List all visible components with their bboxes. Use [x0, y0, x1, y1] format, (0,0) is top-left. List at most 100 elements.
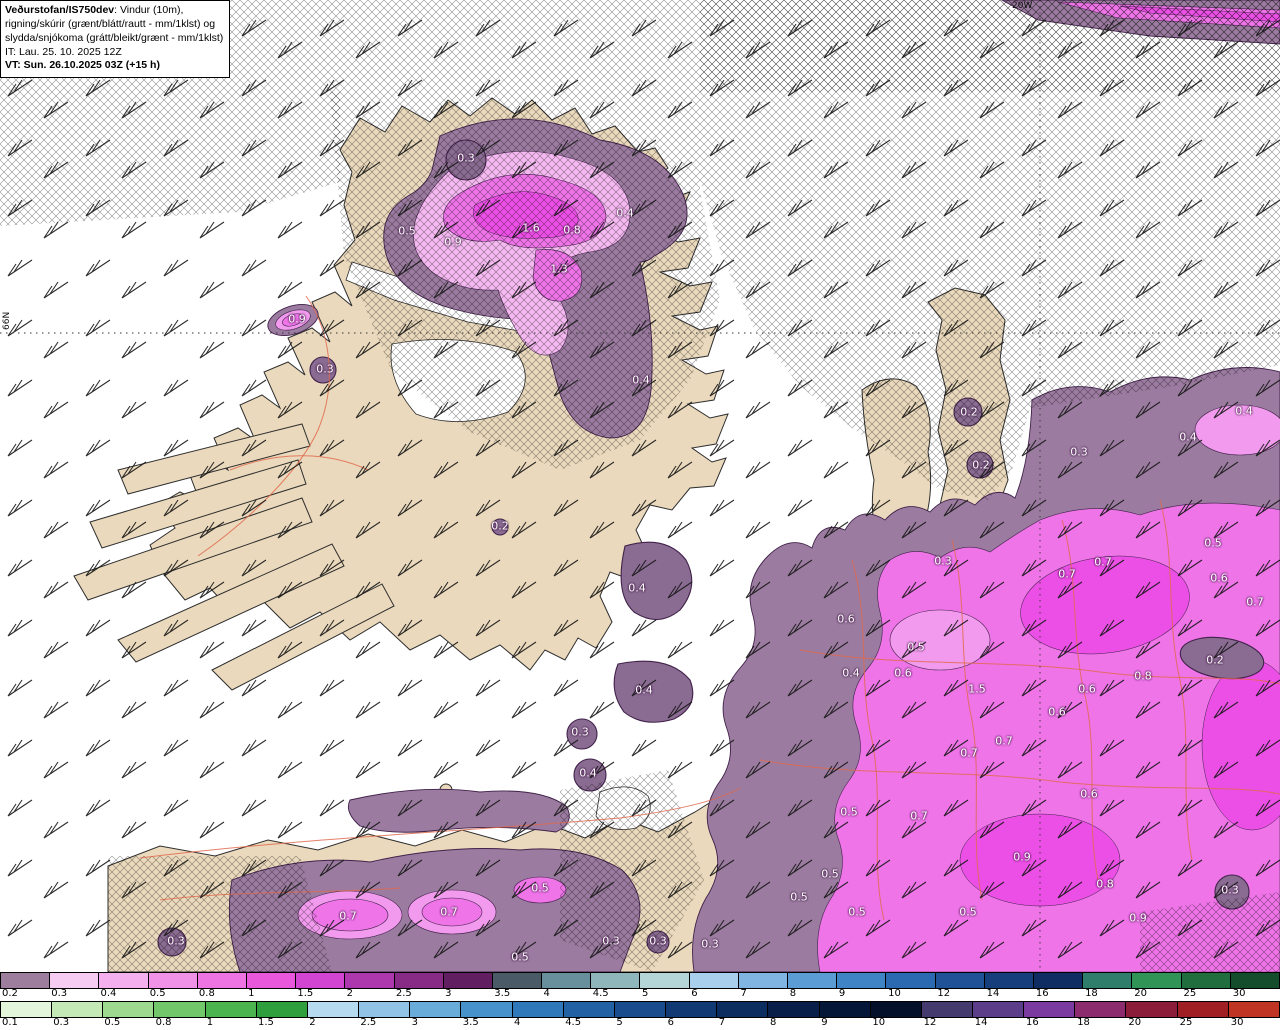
legend-segment: [971, 1001, 1025, 1018]
legend-segment: [1023, 1001, 1076, 1018]
legend-tick-label: 8: [789, 988, 797, 999]
parallel-label: 66N: [2, 311, 12, 330]
legend-segment: [1074, 1001, 1127, 1018]
legend-segment: [1180, 972, 1231, 989]
product-desc: : Vindur (10m),: [114, 4, 184, 16]
legend-segment: [393, 972, 444, 989]
product-name: Veðurstofan/IS750dev: [5, 4, 115, 16]
snow-colorbar: [0, 972, 1280, 989]
legend-segment: [147, 972, 198, 989]
wind-barb-layer: [0, 0, 1280, 972]
meridian-label: 20W: [1012, 1, 1033, 11]
info-line-product: Veðurstofan/IS750dev: Vindur (10m),: [5, 4, 223, 18]
legend-tick-label: 3: [411, 1017, 418, 1028]
legend-segment: [613, 1001, 667, 1018]
legend-segment: [934, 972, 985, 989]
legend-segment: [1227, 1001, 1280, 1018]
legend-segment: [153, 1001, 206, 1018]
legend-tick-label: 4: [543, 988, 550, 999]
legend-segment: [204, 1001, 257, 1018]
legend-segment: [688, 972, 739, 989]
legend-segment: [511, 1001, 564, 1018]
legend-tick-label: 3.5: [494, 988, 511, 999]
legend-tick-label: 16: [1035, 988, 1049, 999]
legend-segment: [1125, 1001, 1178, 1018]
legend-tick-label: 4: [514, 1017, 521, 1028]
legend-tick-label: 25: [1183, 988, 1197, 999]
legend-tick-label: 5: [616, 1017, 623, 1028]
legend-tick-label: 0.3: [51, 988, 68, 999]
legend-segment: [491, 972, 543, 989]
legend-segment: [787, 972, 838, 989]
legend-tick-label: 9: [838, 988, 846, 999]
legend-tick-label: 30: [1230, 1017, 1244, 1028]
legend-segment: [102, 1001, 155, 1018]
legend-segment: [98, 972, 149, 989]
rain-ticks: 0.1 0.3 0.5 0.8 1 1.5 2 2.5 3 3.5 4 4.5 5 6 7 8 9 10 12 14 1…: [0, 1017, 1280, 1030]
legend-segment: [196, 972, 247, 989]
legend-segment: [460, 1001, 513, 1018]
legend-segment: [358, 1001, 411, 1018]
legend-segment: [665, 1001, 718, 1018]
legend-segment: [255, 1001, 308, 1018]
legend-segment: [442, 972, 493, 989]
legend-tick-label: 5: [642, 988, 649, 999]
info-line-snow: slydda/snjókoma (grátt/bleikt/grænt - mm…: [5, 31, 224, 44]
legend-tick-label: 0.8: [155, 1017, 172, 1028]
legend-tick-label: 2.5: [360, 1017, 377, 1028]
legend-segment: [51, 1001, 104, 1018]
legend-tick-label: 0.5: [104, 1017, 121, 1028]
legend-tick-label: 2: [346, 988, 353, 999]
legend-segment: [1032, 972, 1084, 989]
legend-tick-label: 0.5: [149, 988, 166, 999]
legend-segment: [836, 972, 887, 989]
legend-tick-label: 7: [740, 988, 747, 999]
legend-tick-label: 20: [1128, 1017, 1142, 1028]
rain-colorbar: [0, 1001, 1280, 1018]
legend-tick-label: 2.5: [395, 988, 412, 999]
legend-tick-label: 25: [1179, 1017, 1193, 1028]
legend-segment: [0, 972, 51, 989]
legend-tick-label: 10: [888, 988, 901, 999]
legend-tick-label: 1: [206, 1017, 214, 1028]
legend-tick-label: 7: [718, 1017, 726, 1028]
legend-segment: [1082, 972, 1133, 989]
legend-segment: [1176, 1001, 1229, 1018]
legend-tick-label: 4.5: [565, 1017, 582, 1028]
info-line-vt: VT: Sun. 26.10.2025 03Z (+15 h): [5, 59, 160, 72]
legend-tick-label: 0.4: [100, 988, 117, 999]
legend-tick-label: 4.5: [592, 988, 609, 999]
legend-segment: [344, 972, 395, 989]
legend-tick-label: 0.2: [2, 988, 18, 999]
legend-segment: [920, 1001, 973, 1018]
legend-tick-label: 1.5: [297, 988, 314, 999]
legend-tick-label: 18: [1077, 1017, 1090, 1028]
legend-tick-label: 1: [248, 988, 255, 999]
legend-segment: [716, 1001, 769, 1018]
legend-tick-label: 18: [1085, 988, 1098, 999]
legend-tick-label: 9: [821, 1017, 828, 1028]
map-svg: [0, 0, 1280, 972]
legend-segment: [409, 1001, 462, 1018]
legend-tick-label: 3.5: [462, 1017, 479, 1028]
map-canvas: 0.3 0.5 0.9 1.6 0.8 0.4 1.3 0.9 0.3 0.4 0.2 0.2 0.2 0…: [0, 0, 1280, 972]
legend-segment: [767, 1001, 820, 1018]
legend-tick-label: 1.5: [258, 1017, 274, 1028]
legend-segment: [639, 972, 690, 989]
info-box: Veðurstofan/IS750dev: Vindur (10m), rign…: [0, 0, 231, 79]
legend-segment: [0, 1001, 53, 1018]
legend-tick-label: 14: [974, 1017, 988, 1028]
legend-tick-label: 6: [667, 1017, 674, 1028]
legend-tick-label: 0.1: [2, 1017, 18, 1028]
legend-segment: [541, 972, 592, 989]
legend-tick-label: 12: [923, 1017, 937, 1028]
legend-segment: [983, 972, 1034, 989]
legend-segment: [1229, 972, 1280, 989]
legend-segment: [245, 972, 297, 989]
legend-tick-label: 8: [770, 1017, 777, 1028]
legend-tick-label: 14: [986, 988, 1000, 999]
legend-segment: [306, 1001, 360, 1018]
legend-segment: [818, 1001, 871, 1018]
legend-segment: [562, 1001, 615, 1018]
legend-segment: [590, 972, 641, 989]
